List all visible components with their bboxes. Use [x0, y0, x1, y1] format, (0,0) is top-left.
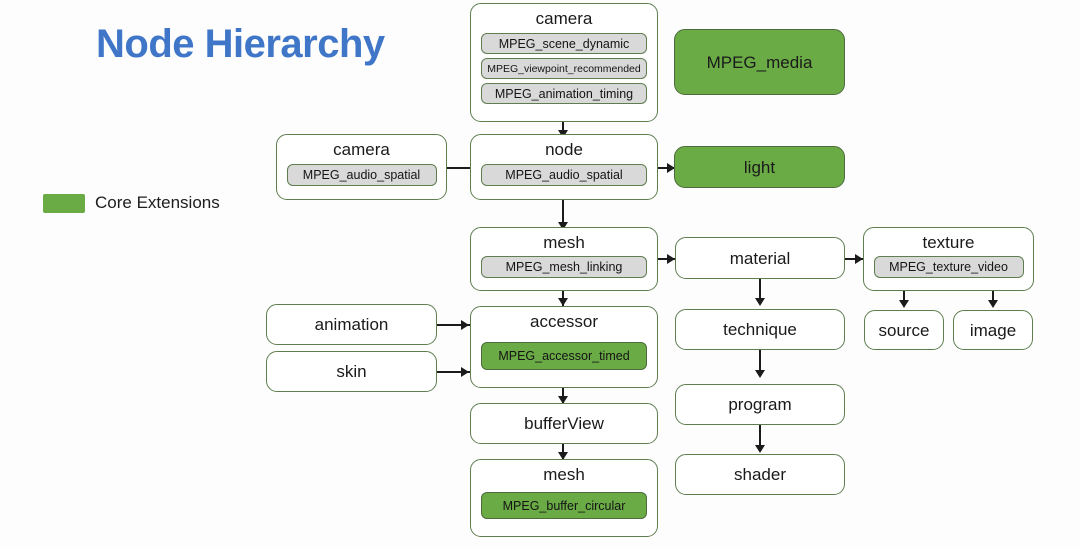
- arrowhead-texture-to-image: [988, 300, 998, 308]
- node-box-node[interactable]: node MPEG_audio_spatial: [470, 134, 658, 200]
- arrowhead-material-to-technique: [755, 298, 765, 306]
- node-box-image[interactable]: image: [953, 310, 1033, 350]
- arrowhead-mesh-to-material: [667, 254, 675, 264]
- node-title: shader: [734, 465, 786, 484]
- node-title: texture: [922, 233, 975, 252]
- node-title: bufferView: [524, 414, 604, 433]
- extension-chip[interactable]: MPEG_animation_timing: [481, 83, 647, 104]
- arrowhead-mesh-to-accessor: [558, 298, 568, 306]
- node-title: technique: [723, 320, 797, 339]
- extension-chip[interactable]: MPEG_scene_dynamic: [481, 33, 647, 54]
- node-title: node: [545, 140, 583, 159]
- node-box-bufferview[interactable]: bufferView: [470, 403, 658, 444]
- legend-color-swatch: [43, 193, 85, 213]
- node-title: skin: [336, 362, 367, 381]
- node-box-source[interactable]: source: [864, 310, 944, 350]
- node-box-program[interactable]: program: [675, 384, 845, 425]
- arrowhead-program-to-shader: [755, 445, 765, 453]
- arrowhead-technique-to-program: [755, 370, 765, 378]
- extension-chip[interactable]: MPEG_mesh_linking: [481, 256, 647, 278]
- extension-chip[interactable]: MPEG_viewpoint_recommended: [481, 58, 647, 79]
- page-title: Node Hierarchy: [96, 22, 385, 66]
- extension-chip[interactable]: MPEG_texture_video: [873, 256, 1024, 278]
- extension-chip[interactable]: MPEG_audio_spatial: [286, 164, 437, 186]
- node-title: MPEG_media: [706, 52, 813, 72]
- node-title: image: [969, 320, 1017, 340]
- node-box-mpeg-media[interactable]: MPEG_media: [674, 29, 845, 95]
- node-title: source: [878, 320, 930, 340]
- node-title: mesh: [543, 465, 585, 484]
- extension-chip[interactable]: MPEG_accessor_timed: [481, 342, 647, 370]
- node-box-texture[interactable]: texture MPEG_texture_video: [863, 227, 1034, 291]
- node-box-mesh-buffer[interactable]: mesh MPEG_buffer_circular: [470, 459, 658, 537]
- node-box-material[interactable]: material: [675, 237, 845, 279]
- node-box-technique[interactable]: technique: [675, 309, 845, 350]
- node-title: material: [729, 248, 791, 268]
- arrowhead-material-to-texture: [855, 254, 863, 264]
- node-title: light: [743, 157, 776, 177]
- node-box-skin[interactable]: skin: [266, 351, 437, 392]
- extension-chip[interactable]: MPEG_buffer_circular: [481, 492, 647, 519]
- node-title: animation: [314, 315, 389, 334]
- node-box-shader[interactable]: shader: [675, 454, 845, 495]
- diagram-canvas: Node Hierarchy Core Extensions camera MP…: [0, 0, 1080, 548]
- legend: Core Extensions: [43, 193, 220, 213]
- node-title: accessor: [529, 312, 599, 331]
- node-title: camera: [333, 140, 390, 159]
- legend-label: Core Extensions: [95, 193, 220, 212]
- node-title: program: [728, 395, 792, 414]
- arrowhead-texture-to-source: [899, 300, 909, 308]
- arrowhead-skin-to-accessor: [461, 367, 469, 377]
- node-box-animation[interactable]: animation: [266, 304, 437, 345]
- extension-chip[interactable]: MPEG_audio_spatial: [481, 164, 647, 186]
- node-box-mesh[interactable]: mesh MPEG_mesh_linking: [470, 227, 658, 291]
- node-box-accessor[interactable]: accessor MPEG_accessor_timed: [470, 306, 658, 388]
- node-box-camera-top[interactable]: camera MPEG_scene_dynamic MPEG_viewpoint…: [470, 3, 658, 122]
- arrowhead-animation-to-accessor: [461, 320, 469, 330]
- node-box-camera-left[interactable]: camera MPEG_audio_spatial: [276, 134, 447, 200]
- node-box-light[interactable]: light: [674, 146, 845, 188]
- node-title: camera: [535, 9, 593, 28]
- node-title: mesh: [543, 233, 585, 252]
